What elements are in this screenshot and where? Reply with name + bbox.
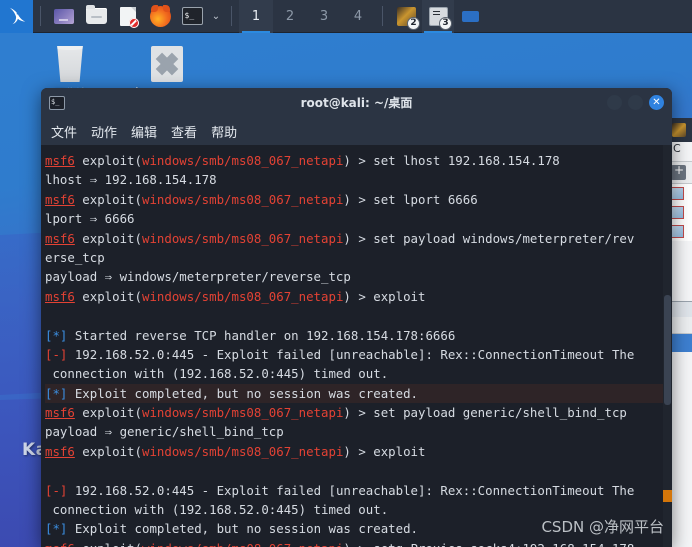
terminal-line: payload ⇒ windows/meterpreter/reverse_tc…	[45, 269, 351, 285]
terminal-line: connection with (192.168.52.0:445) timed…	[45, 366, 389, 382]
background-window-menubar[interactable]: C	[669, 142, 692, 162]
panel-divider	[231, 6, 232, 26]
list-item[interactable]	[669, 203, 692, 222]
terminal-line: connection with (192.168.52.0:445) timed…	[45, 502, 389, 518]
terminal-line: msf6 exploit(windows/smb/ms08_067_netapi…	[45, 288, 426, 304]
terminal-line: [*] Started reverse TCP handler on 192.1…	[45, 327, 456, 343]
workspace-2[interactable]: 2	[273, 0, 307, 33]
workspace-3[interactable]: 3	[307, 0, 341, 33]
background-window-titlebar[interactable]	[669, 118, 692, 142]
launcher-firefox[interactable]	[146, 2, 174, 30]
folder-icon	[85, 5, 107, 24]
close-button[interactable]: ✕	[649, 95, 664, 110]
list-item[interactable]	[669, 184, 692, 203]
kali-dragon-icon	[9, 7, 25, 25]
scrollbar-thumb[interactable]	[664, 295, 671, 405]
terminal-window[interactable]: $_ root@kali: ~/桌面 ✕ 文件 动作 编辑 查看 帮助 msf6…	[41, 88, 672, 547]
scrollbar-marker	[663, 490, 672, 502]
terminal-line: msf6 exploit(windows/smb/ms08_067_netapi…	[45, 539, 663, 547]
terminal-line: msf6 exploit(windows/smb/ms08_067_netapi…	[45, 153, 560, 168]
launcher-terminal[interactable]: $_	[178, 2, 206, 30]
add-icon[interactable]	[671, 163, 686, 180]
terminal-line: lport ⇒ 6666	[45, 211, 135, 227]
maximize-button[interactable]	[628, 95, 643, 110]
file-icon	[671, 187, 684, 200]
background-window-icon	[672, 123, 686, 137]
trash-icon	[57, 46, 83, 82]
panel-divider	[382, 6, 383, 26]
top-panel: $_ ⌄ 1 2 3 4 2 3	[0, 0, 692, 33]
kali-menu-button[interactable]	[0, 0, 33, 33]
task-badge-3: 3	[439, 16, 452, 30]
file-icon	[671, 225, 684, 238]
task-badge-2: 2	[407, 16, 420, 30]
terminal-menubar: 文件 动作 编辑 查看 帮助	[41, 117, 672, 145]
beacon-exe-icon	[151, 46, 183, 82]
terminal-body[interactable]: msf6 exploit(windows/smb/ms08_067_netapi…	[41, 145, 672, 547]
terminal-line: msf6 exploit(windows/smb/ms08_067_netapi…	[45, 191, 478, 207]
terminal-icon: $_	[181, 7, 203, 25]
desktop-screen: Kal 回收站 beacon.exe C $_	[0, 0, 692, 547]
launcher-files[interactable]	[50, 2, 78, 30]
launcher-file-manager[interactable]	[82, 2, 110, 30]
menu-help[interactable]: 帮助	[211, 122, 237, 141]
menu-edit[interactable]: 编辑	[131, 122, 157, 141]
background-window-splitter[interactable]	[669, 301, 692, 317]
launcher-text-editor[interactable]	[114, 2, 142, 30]
terminal-output[interactable]: msf6 exploit(windows/smb/ms08_067_netapi…	[41, 145, 663, 547]
terminal-line: msf6 exploit(windows/smb/ms08_067_netapi…	[45, 405, 627, 421]
terminal-window-icon: $_	[49, 95, 65, 110]
files-icon	[54, 8, 74, 24]
terminal-line: lhost ⇒ 192.168.154.178	[45, 172, 217, 188]
terminal-line: [*] Exploit completed, but no session wa…	[45, 383, 663, 404]
task-window-blue[interactable]	[454, 0, 486, 33]
table-row[interactable]	[669, 334, 692, 352]
terminal-titlebar[interactable]: $_ root@kali: ~/桌面 ✕	[41, 88, 672, 117]
terminal-line: [-] 192.168.52.0:445 - Exploit failed [u…	[45, 482, 635, 498]
firefox-icon	[149, 4, 171, 27]
terminal-scrollbar[interactable]	[663, 145, 672, 547]
terminal-line: payload ⇒ generic/shell_bind_tcp	[45, 424, 284, 440]
terminal-title-text: root@kali: ~/桌面	[300, 96, 413, 110]
terminal-line: msf6 exploit(windows/smb/ms08_067_netapi…	[45, 443, 426, 459]
blue-window-icon	[461, 10, 479, 22]
minimize-button[interactable]	[607, 95, 622, 110]
task-window-explorer[interactable]: 2	[390, 0, 422, 33]
workspace-1[interactable]: 1	[239, 0, 273, 33]
file-icon	[671, 206, 684, 219]
task-window-terminal[interactable]: 3	[422, 0, 454, 33]
terminal-line: [-] 192.168.52.0:445 - Exploit failed [u…	[45, 346, 635, 362]
list-item[interactable]	[669, 222, 692, 241]
window-controls: ✕	[607, 95, 664, 110]
terminal-line: erse_tcp	[45, 249, 105, 265]
workspace-switcher: 1 2 3 4	[239, 0, 375, 33]
menu-actions[interactable]: 动作	[91, 122, 117, 141]
background-window-body	[669, 241, 692, 301]
terminal-line: msf6 exploit(windows/smb/ms08_067_netapi…	[45, 230, 635, 246]
menu-file[interactable]: 文件	[51, 122, 77, 141]
terminal-line: [*] Exploit completed, but no session wa…	[45, 521, 419, 537]
workspace-4[interactable]: 4	[341, 0, 375, 33]
menu-view[interactable]: 查看	[171, 122, 197, 141]
background-window-toolbar[interactable]	[669, 162, 692, 184]
document-blocked-icon	[120, 6, 139, 28]
background-window-column-header[interactable]	[669, 317, 692, 334]
panel-divider	[40, 6, 41, 26]
chevron-down-icon[interactable]: ⌄	[208, 11, 224, 22]
